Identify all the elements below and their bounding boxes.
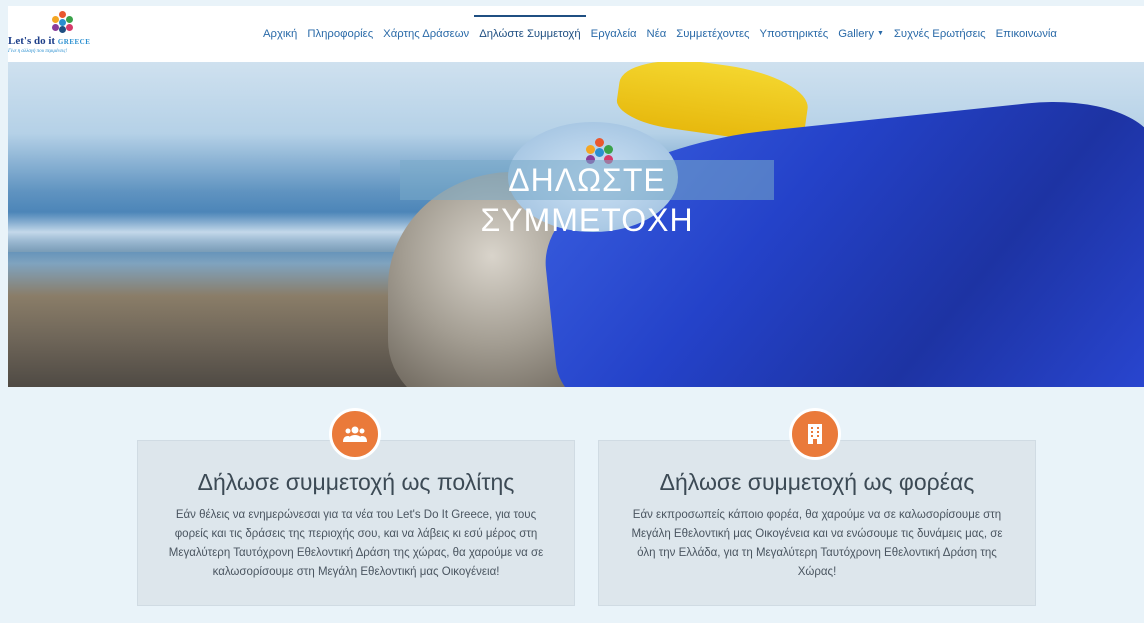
building-icon [789, 408, 841, 460]
caret-down-icon: ▼ [876, 30, 884, 38]
nav-item-actions-map[interactable]: Χάρτης Δράσεων [378, 6, 474, 62]
nav-item-faq[interactable]: Συχνές Ερωτήσεις [889, 6, 991, 62]
nav-item-gallery[interactable]: Gallery ▼ [833, 6, 889, 62]
site-header: Let's do it GREECE Γίνε η αλλαγή που περ… [8, 6, 1144, 62]
card-organization[interactable]: Δήλωσε συμμετοχή ως φορέας Εάν εκπροσωπε… [598, 440, 1036, 606]
nav-item-home[interactable]: Αρχική [258, 6, 302, 62]
main-nav: Αρχική Πληροφορίες Χάρτης Δράσεων Δηλώστ… [258, 6, 1062, 62]
logo-wordmark: Let's do it GREECE [8, 35, 90, 47]
card-organization-title: Δήλωσε συμμετοχή ως φορέας [659, 469, 975, 495]
logo-dots-icon [52, 11, 74, 33]
logo-region: GREECE [57, 38, 91, 46]
logo-name: Let's do it [8, 35, 56, 47]
card-citizen[interactable]: Δήλωσε συμμετοχή ως πολίτης Εάν θέλεις ν… [137, 440, 575, 606]
logo-tagline: Γίνε η αλλαγή που περιμένεις! [8, 49, 68, 54]
nav-item-tools[interactable]: Εργαλεία [586, 6, 642, 62]
card-organization-text: Εάν εκπροσωπείς κάποιο φορέα, θα χαρούμε… [631, 509, 1003, 578]
nav-item-supporters[interactable]: Υποστηρικτές [754, 6, 833, 62]
nav-item-contact[interactable]: Επικοινωνία [991, 6, 1062, 62]
nav-item-participate[interactable]: Δηλώστε Συμμετοχή [474, 6, 587, 62]
group-icon [329, 408, 381, 460]
nav-item-gallery-label: Gallery [838, 28, 874, 40]
hero-title: ΔΗΛΩΣΤΕ ΣΥΜΜΕΤΟΧΗ [400, 160, 774, 238]
nav-item-news[interactable]: Νέα [642, 6, 672, 62]
card-citizen-title: Δήλωσε συμμετοχή ως πολίτης [197, 469, 515, 495]
nav-item-info[interactable]: Πληροφορίες [302, 6, 378, 62]
nav-item-participants[interactable]: Συμμετέχοντες [671, 6, 754, 62]
card-citizen-text: Εάν θέλεις να ενημερώνεσαι για τα νέα το… [168, 509, 544, 578]
site-logo[interactable]: Let's do it GREECE Γίνε η αλλαγή που περ… [8, 11, 118, 57]
hero-banner: ΔΗΛΩΣΤΕ ΣΥΜΜΕΤΟΧΗ [8, 62, 1144, 387]
